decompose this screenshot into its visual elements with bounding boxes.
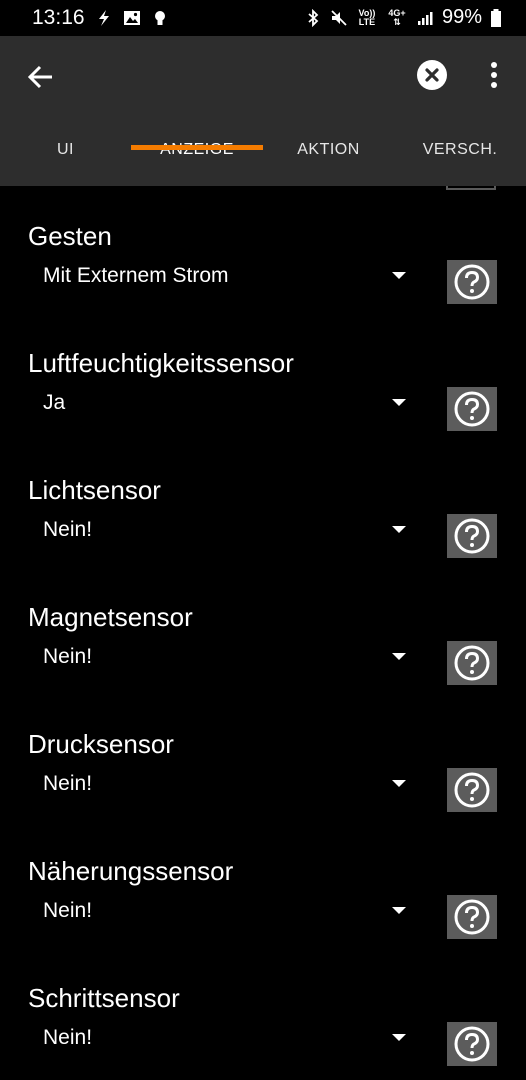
dropdown-value: Nein! <box>43 518 93 541</box>
naeherungssensor-dropdown[interactable]: Nein! <box>28 891 418 931</box>
signal-strength-icon <box>416 9 434 27</box>
setting-luftfeuchtigkeitssensor: Luftfeuchtigkeitssensor Ja <box>0 347 526 474</box>
question-circle-icon <box>454 518 490 554</box>
dropdown-arrow-icon <box>392 399 406 406</box>
image-notification-icon <box>123 9 141 27</box>
schrittsensor-dropdown[interactable]: Nein! <box>28 1018 418 1058</box>
setting-title: Gesten <box>28 221 112 251</box>
lightbulb-icon <box>151 9 169 27</box>
setting-naeherungssensor: Näherungssensor Nein! <box>0 855 526 982</box>
help-button[interactable] <box>447 895 497 939</box>
setting-gesten: Gesten Mit Externem Strom <box>0 220 526 347</box>
back-button[interactable] <box>26 62 56 92</box>
battery-icon <box>490 8 508 27</box>
tab-bar: UI ANZEIGE AKTION VERSCH. <box>0 136 526 186</box>
dropdown-value: Ja <box>43 391 66 414</box>
question-circle-icon <box>454 1026 490 1062</box>
drucksensor-dropdown[interactable]: Nein! <box>28 764 418 804</box>
gesten-dropdown[interactable]: Mit Externem Strom <box>28 256 418 296</box>
lte-label: LTE <box>358 16 376 27</box>
dropdown-arrow-icon <box>392 526 406 533</box>
close-button[interactable] <box>417 60 447 90</box>
dropdown-value: Nein! <box>43 772 93 795</box>
setting-schrittsensor: Schrittsensor Nein! <box>0 982 526 1080</box>
status-time: 13:16 <box>32 6 85 29</box>
setting-magnetsensor: Magnetsensor Nein! <box>0 601 526 728</box>
status-bar-right: Vo)) LTE 4G+ ⇅ 99% <box>304 6 508 29</box>
tab-aktion[interactable]: AKTION <box>263 136 394 186</box>
dropdown-value: Nein! <box>43 645 93 668</box>
dropdown-arrow-icon <box>392 272 406 279</box>
dropdown-arrow-icon <box>392 1034 406 1041</box>
help-button[interactable] <box>447 768 497 812</box>
dropdown-value: Nein! <box>43 1026 93 1049</box>
setting-title: Magnetsensor <box>28 602 193 632</box>
question-circle-icon <box>454 899 490 935</box>
question-circle-icon <box>454 645 490 681</box>
help-button[interactable] <box>447 1022 497 1066</box>
arrow-left-icon <box>27 65 52 89</box>
setting-lichtsensor: Lichtsensor Nein! <box>0 474 526 601</box>
battery-percentage: 99% <box>441 6 482 28</box>
question-circle-icon <box>454 391 490 427</box>
dropdown-arrow-icon <box>392 907 406 914</box>
data-arrows-icon: ⇅ <box>393 16 401 27</box>
help-button[interactable] <box>447 514 497 558</box>
network-indicator: 4G+ ⇅ <box>386 8 408 27</box>
mute-icon <box>330 9 348 27</box>
magnetsensor-dropdown[interactable]: Nein! <box>28 637 418 677</box>
lichtsensor-dropdown[interactable]: Nein! <box>28 510 418 550</box>
setting-title: Drucksensor <box>28 729 174 759</box>
help-button[interactable] <box>447 260 497 304</box>
tab-anzeige[interactable]: ANZEIGE <box>131 136 263 186</box>
volte-indicator: Vo)) LTE <box>356 8 378 27</box>
status-bar-left: 13:16 <box>32 6 169 30</box>
luftfeuchtigkeitssensor-dropdown[interactable]: Ja <box>28 383 418 423</box>
help-button[interactable] <box>447 387 497 431</box>
dropdown-value: Mit Externem Strom <box>43 264 229 287</box>
tab-ui[interactable]: UI <box>0 136 131 186</box>
question-circle-icon <box>454 772 490 808</box>
charging-bolt-icon <box>95 9 113 27</box>
question-circle-icon <box>454 264 490 300</box>
more-vertical-icon <box>491 62 497 88</box>
setting-title: Luftfeuchtigkeitssensor <box>28 348 294 378</box>
app-bar: UI ANZEIGE AKTION VERSCH. <box>0 36 526 186</box>
setting-title: Lichtsensor <box>28 475 161 505</box>
close-icon <box>425 68 439 82</box>
active-tab-indicator <box>131 145 263 150</box>
dropdown-arrow-icon <box>392 653 406 660</box>
status-bar: 13:16 Vo)) LTE 4G+ ⇅ 99% <box>0 0 526 36</box>
dropdown-arrow-icon <box>392 780 406 787</box>
dropdown-value: Nein! <box>43 899 93 922</box>
setting-title: Schrittsensor <box>28 983 180 1013</box>
setting-drucksensor: Drucksensor Nein! <box>0 728 526 855</box>
help-button[interactable] <box>447 641 497 685</box>
setting-title: Näherungssensor <box>28 856 234 886</box>
previous-help-button-edge <box>446 186 496 190</box>
bluetooth-icon <box>304 8 322 27</box>
tab-versch[interactable]: VERSCH. <box>394 136 526 186</box>
overflow-menu-button[interactable] <box>482 60 506 90</box>
